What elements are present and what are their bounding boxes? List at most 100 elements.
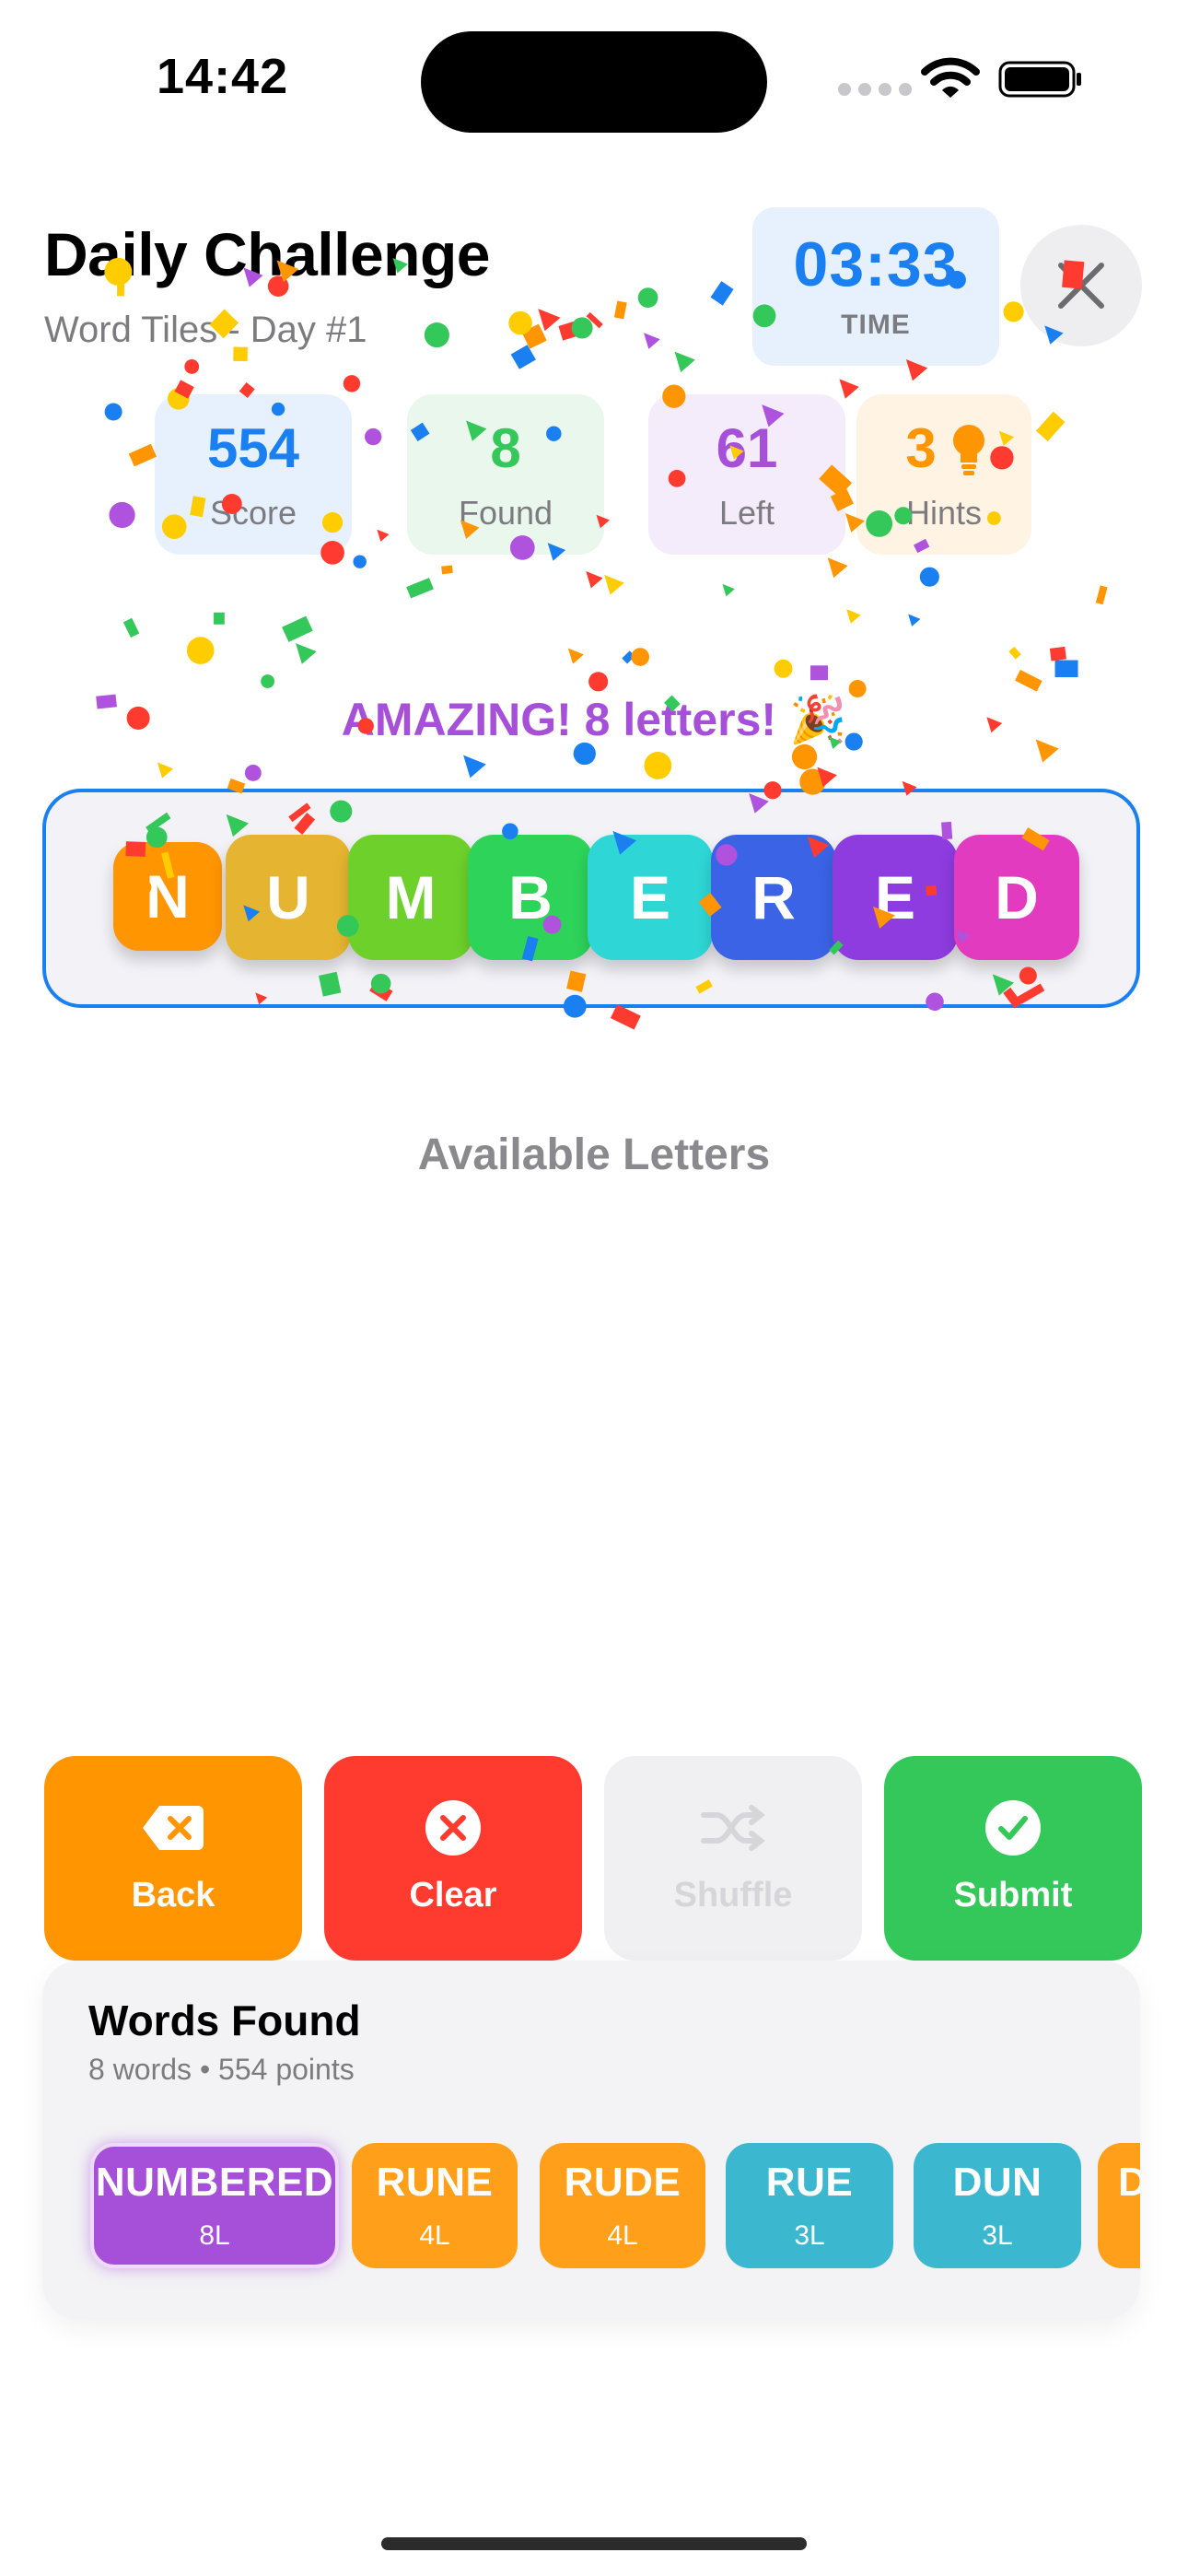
confetti-piece	[244, 764, 262, 781]
confetti-piece	[586, 571, 603, 589]
stat-left: 61 Left	[648, 394, 845, 555]
available-letters-label: Available Letters	[417, 1130, 771, 1179]
confetti-piece	[261, 674, 275, 688]
confetti-piece	[558, 320, 584, 341]
found-word-chip[interactable]: NUMBERED 8L	[90, 2143, 339, 2268]
confetti-piece	[1049, 646, 1066, 662]
confetti-piece	[157, 762, 174, 779]
shuffle-icon	[701, 1805, 765, 1851]
stat-found: 8 Found	[407, 394, 604, 555]
confetti-piece	[441, 565, 453, 575]
word-tile[interactable]: R	[711, 835, 836, 960]
x-circle-icon	[425, 1800, 481, 1856]
confetti-piece	[377, 529, 390, 542]
word-tile[interactable]: M	[348, 835, 473, 960]
stat-found-label: Found	[458, 494, 553, 532]
confetti-piece	[1095, 585, 1108, 605]
confetti-piece	[588, 672, 609, 692]
words-found-summary: 8 words • 554 points	[88, 2053, 355, 2086]
confetti-piece	[631, 648, 649, 666]
word-tile[interactable]: D	[954, 835, 1079, 960]
confetti-piece	[613, 300, 627, 320]
timer-value: 03:33	[793, 229, 959, 299]
word-tile[interactable]: E	[833, 835, 958, 960]
shuffle-button[interactable]: Shuffle	[604, 1756, 862, 1961]
status-time: 14:42	[157, 49, 289, 104]
stat-left-value: 61	[716, 417, 778, 479]
found-word-length: 4L	[419, 2220, 450, 2251]
confetti-piece	[774, 659, 793, 678]
confetti-piece	[839, 379, 859, 399]
word-tile[interactable]: B	[468, 835, 593, 960]
confetti-piece	[637, 287, 658, 308]
confetti-piece	[104, 403, 122, 421]
close-button[interactable]	[1020, 225, 1142, 346]
confetti-piece	[406, 578, 434, 599]
confetti-piece	[610, 1004, 641, 1030]
confetti-piece	[817, 767, 837, 788]
backspace-icon	[143, 1806, 204, 1850]
checkmark-circle-icon	[985, 1800, 1041, 1856]
confetti-piece	[463, 755, 486, 779]
found-word-chip[interactable]: DUN 3L	[914, 2143, 1081, 2268]
page-subtitle: Word Tiles - Day #1	[44, 310, 367, 350]
stat-score: 554 Score	[155, 394, 352, 555]
home-indicator	[381, 2537, 807, 2550]
confetti-piece	[353, 555, 367, 568]
confetti-piece	[827, 557, 848, 579]
word-tile[interactable]: E	[588, 835, 713, 960]
confetti-piece	[644, 752, 672, 779]
found-word-chip[interactable]: RUE 3L	[726, 2143, 893, 2268]
words-found-title: Words Found	[88, 1996, 361, 2044]
found-word: NUMBERED	[95, 2160, 334, 2205]
confetti-piece	[109, 501, 135, 529]
clear-button[interactable]: Clear	[324, 1756, 582, 1961]
found-word-chip[interactable]: RUNE 4L	[352, 2143, 518, 2268]
clear-label: Clear	[409, 1876, 497, 1914]
feedback-message: AMAZING! 8 letters! 🎉	[341, 694, 847, 745]
confetti-piece	[1008, 646, 1021, 660]
found-word: RUNE	[376, 2160, 494, 2205]
confetti-piece	[722, 583, 735, 597]
dynamic-island	[421, 31, 767, 133]
stat-score-label: Score	[209, 494, 297, 532]
stat-hints[interactable]: 3 Hints	[856, 394, 1031, 555]
page-title: Daily Challenge	[44, 220, 491, 288]
confetti-piece	[538, 309, 561, 332]
confetti-piece	[214, 612, 225, 625]
confetti-piece	[1015, 669, 1042, 692]
confetti-piece	[1035, 411, 1066, 442]
found-word-chip[interactable]: D	[1098, 2143, 1140, 2268]
word-tile[interactable]: N	[113, 842, 222, 951]
found-word: DUN	[952, 2160, 1042, 2205]
confetti-piece	[674, 351, 695, 372]
found-word: D	[1118, 2160, 1140, 2205]
confetti-piece	[128, 443, 157, 467]
confetti-piece	[510, 345, 536, 369]
timer-label: TIME	[841, 310, 911, 340]
found-word-length: 8L	[199, 2220, 230, 2251]
confetti-piece	[908, 614, 921, 626]
submit-button[interactable]: Submit	[884, 1756, 1142, 1961]
confetti-piece	[343, 375, 361, 392]
confetti-piece	[919, 567, 939, 587]
found-word-chip[interactable]: RUDE 4L	[540, 2143, 705, 2268]
confetti-piece	[122, 617, 140, 638]
found-word: RUE	[765, 2160, 854, 2205]
shuffle-label: Shuffle	[673, 1876, 793, 1914]
lightbulb-icon	[953, 425, 984, 475]
wifi-icon	[921, 57, 980, 98]
word-tile[interactable]: U	[226, 835, 351, 960]
confetti-piece	[508, 310, 532, 335]
back-button[interactable]: Back	[44, 1756, 302, 1961]
confetti-piece	[571, 317, 593, 339]
confetti-piece	[184, 359, 200, 374]
confetti-piece	[791, 744, 818, 770]
confetti-piece	[521, 323, 547, 349]
stat-score-value: 554	[206, 417, 300, 479]
confetti-piece	[644, 333, 660, 349]
confetti-piece	[810, 665, 828, 681]
close-icon	[1058, 263, 1104, 309]
found-word-length: 3L	[982, 2220, 1013, 2251]
submit-label: Submit	[953, 1876, 1073, 1914]
